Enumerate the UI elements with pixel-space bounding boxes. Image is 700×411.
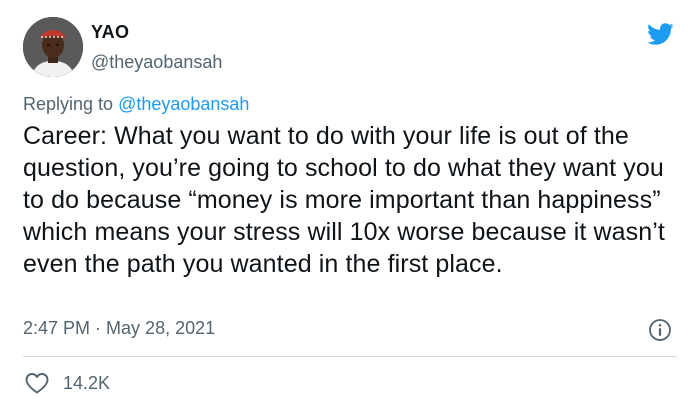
info-icon[interactable] xyxy=(648,318,672,342)
reply-prefix: Replying to xyxy=(23,94,119,114)
tweet-timestamp[interactable]: 2:47 PM · May 28, 2021 xyxy=(23,318,215,339)
tweet-time: 2:47 PM xyxy=(23,318,91,338)
timestamp-separator: · xyxy=(90,318,107,338)
heart-icon[interactable] xyxy=(25,372,49,394)
tweet-text: Career: What you want to do with your li… xyxy=(23,122,665,278)
reply-context: Replying to @theyaobansah xyxy=(23,94,249,115)
avatar-image xyxy=(23,17,83,77)
reply-to-handle[interactable]: @theyaobansah xyxy=(118,94,249,114)
avatar[interactable] xyxy=(23,17,83,77)
like-count: 14.2K xyxy=(63,373,111,393)
twitter-bird-icon[interactable] xyxy=(643,20,677,48)
author-name[interactable]: YAO xyxy=(91,22,129,43)
tweet-date: May 28, 2021 xyxy=(106,318,216,338)
divider xyxy=(23,356,677,357)
author-handle[interactable]: @theyaobansah xyxy=(91,52,222,73)
tweet-card: YAO @theyaobansah Replying to @theyaoban… xyxy=(0,0,700,411)
